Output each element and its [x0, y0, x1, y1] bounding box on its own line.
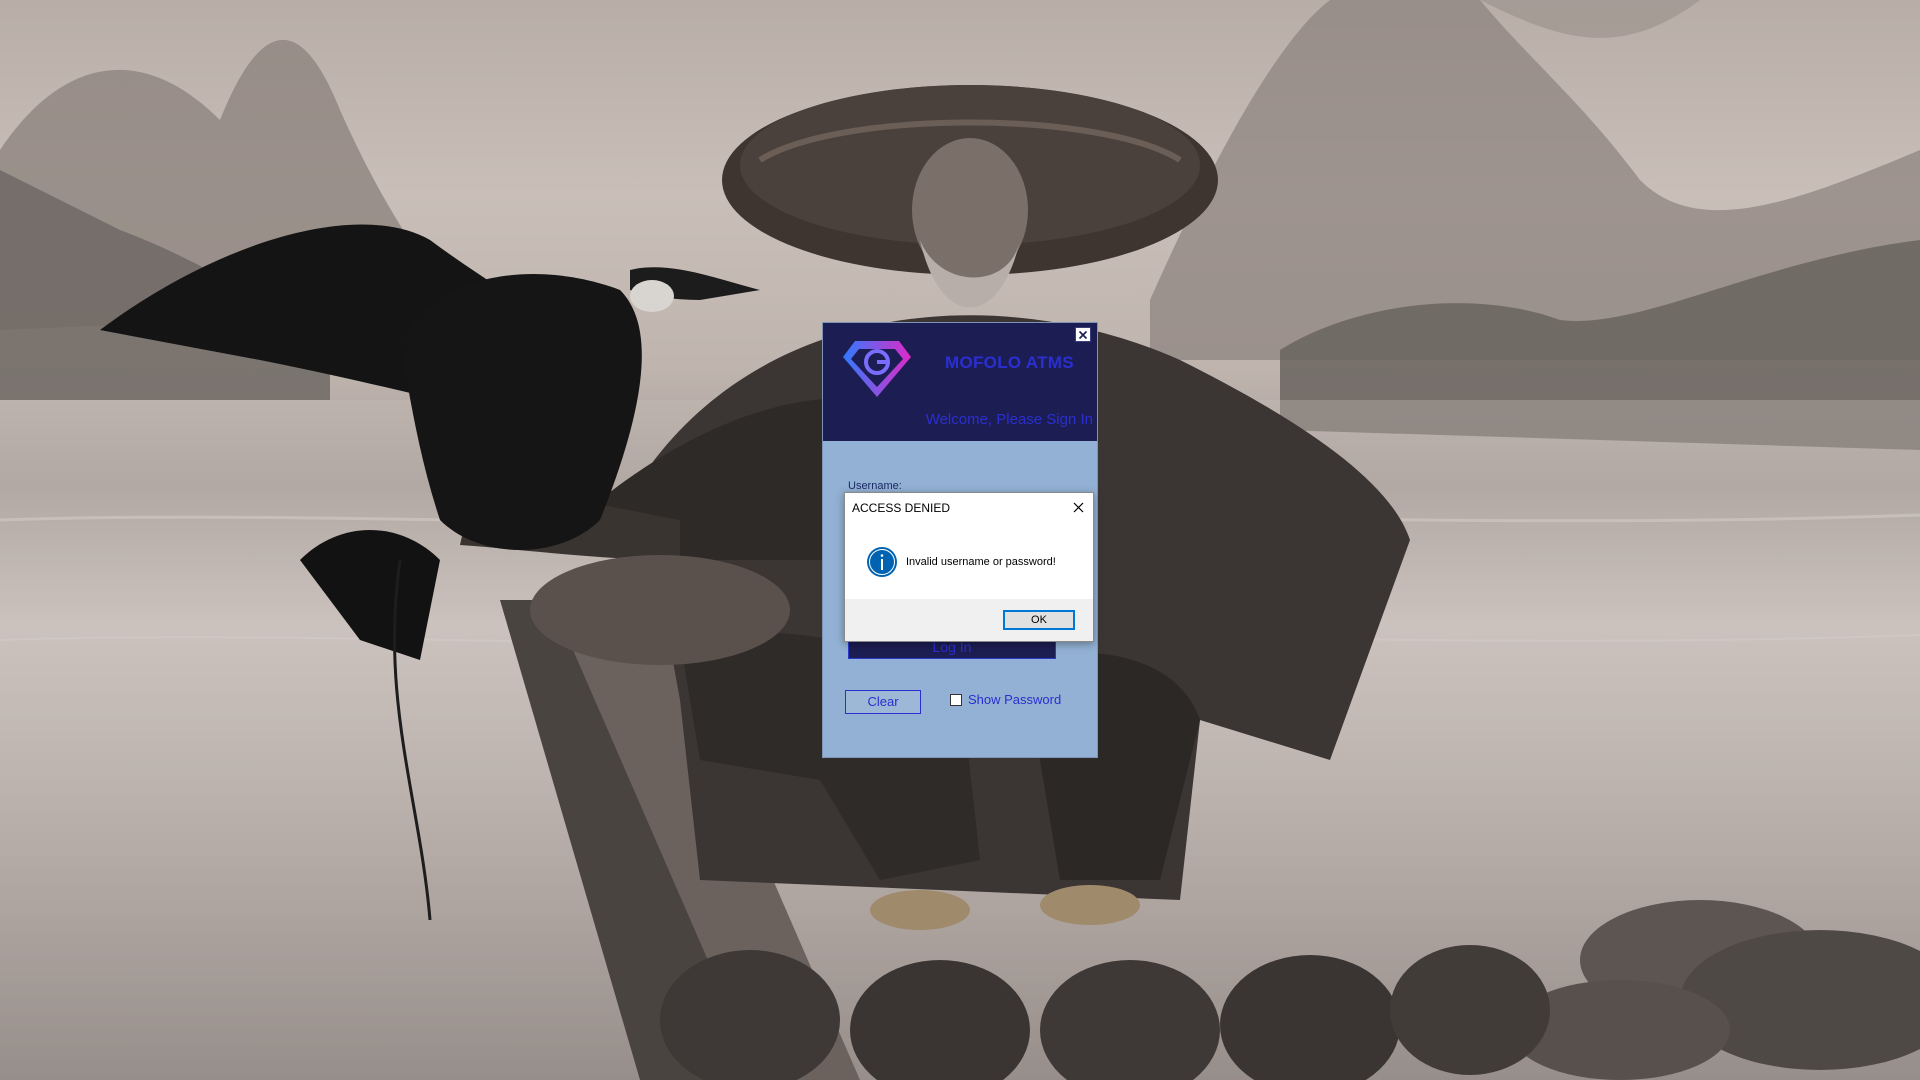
clear-button[interactable]: Clear	[845, 690, 921, 714]
username-label: Username:	[848, 480, 902, 492]
show-password-toggle[interactable]: Show Password	[950, 692, 1061, 707]
access-denied-dialog: ACCESS DENIED Invalid username or passwo…	[844, 492, 1094, 642]
dialog-footer: OK	[845, 599, 1093, 641]
dialog-message: Invalid username or password!	[906, 556, 1056, 568]
diamond-logo-icon	[843, 341, 911, 397]
welcome-text: Welcome, Please Sign In	[925, 411, 1093, 428]
app-title: MOFOLO ATMS	[945, 353, 1074, 372]
show-password-label: Show Password	[968, 692, 1062, 707]
close-icon	[1078, 330, 1088, 339]
close-icon	[1073, 502, 1083, 512]
ok-button[interactable]: OK	[1003, 610, 1075, 630]
dialog-close-button[interactable]	[1063, 493, 1093, 521]
desktop: MOFOLO ATMS Welcome, Please Sign In User…	[0, 0, 1920, 1080]
dialog-title: ACCESS DENIED	[852, 501, 951, 515]
window-close-button[interactable]	[1075, 327, 1091, 342]
info-icon	[867, 547, 897, 577]
show-password-checkbox[interactable]	[950, 693, 962, 706]
login-header: MOFOLO ATMS Welcome, Please Sign In	[823, 323, 1097, 441]
